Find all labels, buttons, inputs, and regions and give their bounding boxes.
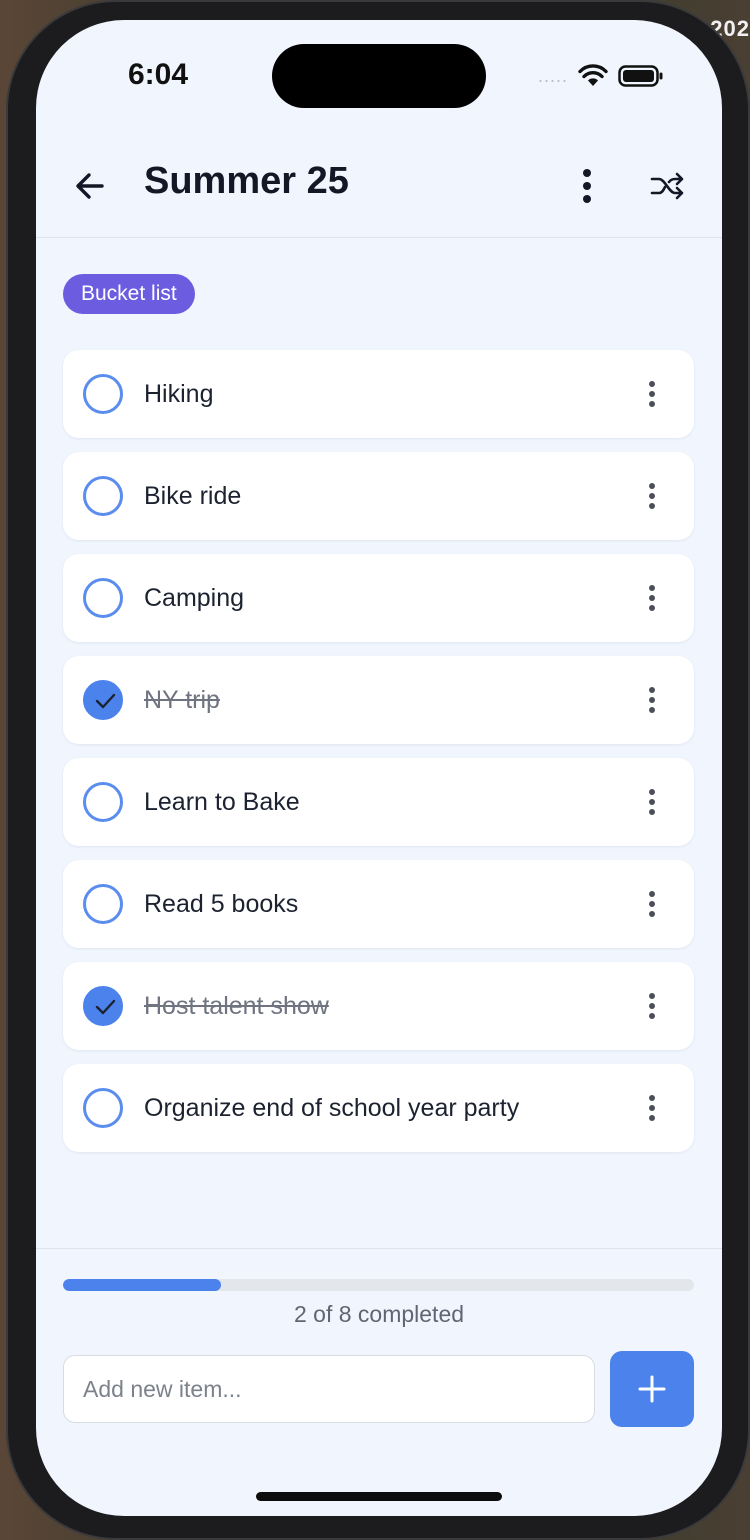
bucket-list: Hiking Bike ride Camping NY trip Learn to Ba… bbox=[63, 350, 694, 1166]
list-item[interactable]: Host talent show bbox=[63, 962, 694, 1050]
arrow-left-icon bbox=[76, 173, 104, 199]
checkbox-unchecked[interactable] bbox=[83, 884, 123, 924]
list-item-label: Camping bbox=[144, 584, 245, 612]
item-more-button[interactable] bbox=[642, 786, 662, 818]
battery-icon bbox=[618, 64, 664, 88]
more-vertical-icon bbox=[649, 483, 655, 509]
more-vertical-icon bbox=[649, 585, 655, 611]
more-vertical-icon bbox=[649, 687, 655, 713]
progress-bar bbox=[63, 1279, 694, 1291]
checkbox-unchecked[interactable] bbox=[83, 782, 123, 822]
list-tag-badge[interactable]: Bucket list bbox=[63, 274, 195, 314]
list-item[interactable]: Read 5 books bbox=[63, 860, 694, 948]
checkbox-checked[interactable] bbox=[83, 986, 123, 1026]
home-indicator bbox=[256, 1492, 502, 1501]
item-more-button[interactable] bbox=[642, 1092, 662, 1124]
item-more-button[interactable] bbox=[642, 582, 662, 614]
more-vertical-icon bbox=[649, 891, 655, 917]
dynamic-island bbox=[272, 44, 486, 108]
item-more-button[interactable] bbox=[642, 378, 662, 410]
list-item[interactable]: Bike ride bbox=[63, 452, 694, 540]
back-button[interactable] bbox=[70, 166, 110, 206]
page-title: Summer 25 bbox=[144, 160, 349, 202]
list-item[interactable]: NY trip bbox=[63, 656, 694, 744]
list-item[interactable]: Hiking bbox=[63, 350, 694, 438]
more-vertical-icon bbox=[649, 993, 655, 1019]
more-vertical-icon bbox=[583, 169, 591, 203]
more-vertical-icon bbox=[649, 789, 655, 815]
list-item-label: NY trip bbox=[144, 686, 220, 714]
checkmark-icon bbox=[95, 999, 116, 1015]
list-item[interactable]: Camping bbox=[63, 554, 694, 642]
checkbox-checked[interactable] bbox=[83, 680, 123, 720]
add-item-input[interactable] bbox=[63, 1355, 595, 1423]
item-more-button[interactable] bbox=[642, 684, 662, 716]
checkbox-unchecked[interactable] bbox=[83, 578, 123, 618]
list-item[interactable]: Organize end of school year party bbox=[63, 1064, 694, 1152]
add-item-button[interactable] bbox=[610, 1351, 694, 1427]
status-time: 6:04 bbox=[128, 58, 189, 91]
more-vertical-icon bbox=[649, 1095, 655, 1121]
list-item-label: Host talent show bbox=[144, 992, 329, 1020]
header: Summer 25 bbox=[36, 138, 722, 238]
list-item-label: Organize end of school year party bbox=[144, 1094, 520, 1122]
more-vertical-icon bbox=[649, 381, 655, 407]
shuffle-button[interactable] bbox=[646, 164, 690, 208]
plus-icon bbox=[638, 1375, 666, 1403]
list-item-label: Learn to Bake bbox=[144, 788, 300, 816]
footer: 2 of 8 completed bbox=[36, 1248, 722, 1516]
list-item-label: Hiking bbox=[144, 380, 214, 408]
checkbox-unchecked[interactable] bbox=[83, 374, 123, 414]
list-item[interactable]: Learn to Bake bbox=[63, 758, 694, 846]
more-options-button[interactable] bbox=[572, 164, 602, 208]
wifi-icon bbox=[578, 64, 608, 88]
item-more-button[interactable] bbox=[642, 480, 662, 512]
status-indicators: ..... bbox=[538, 64, 664, 88]
shuffle-icon bbox=[650, 172, 684, 200]
progress-bar-fill bbox=[63, 1279, 221, 1291]
cellular-signal-icon: ..... bbox=[537, 65, 568, 86]
item-more-button[interactable] bbox=[642, 990, 662, 1022]
checkbox-unchecked[interactable] bbox=[83, 1088, 123, 1128]
item-more-button[interactable] bbox=[642, 888, 662, 920]
app-screen: 6:04 ..... Summer 25 Bucket list Hiking … bbox=[36, 20, 722, 1516]
checkmark-icon bbox=[95, 693, 116, 709]
progress-text: 2 of 8 completed bbox=[293, 1301, 465, 1327]
checkbox-unchecked[interactable] bbox=[83, 476, 123, 516]
list-item-label: Bike ride bbox=[144, 482, 242, 510]
list-item-label: Read 5 books bbox=[144, 890, 299, 918]
